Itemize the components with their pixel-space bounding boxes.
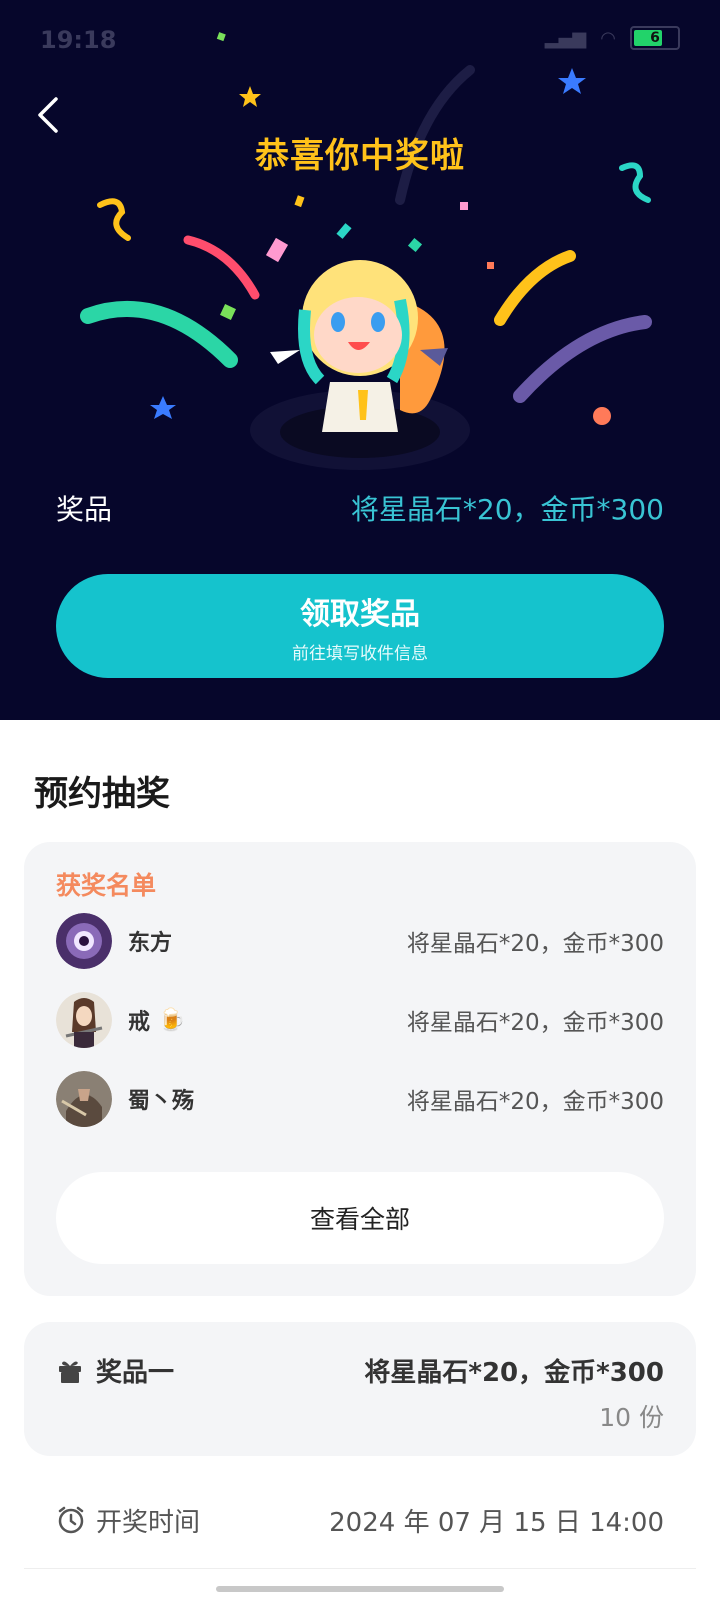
gift-icon: [59, 1361, 81, 1383]
beer-emoji: 🍺: [158, 1007, 186, 1033]
draw-time-row: 开奖时间 2024 年 07 月 15 日 14:00: [56, 1500, 664, 1540]
winner-row[interactable]: 戒 🍺 将星晶石*20，金币*300: [56, 991, 664, 1049]
section-title: 预约抽奖: [34, 774, 170, 814]
prize-item-card: 奖品一 将星晶石*20，金币*300 10 份: [24, 1322, 696, 1456]
winner-name: 蜀丶殇: [128, 1089, 195, 1114]
winners-card: 获奖名单 东方 将星晶石*20，金币*300 戒 🍺 将星晶石*20，金币*30…: [24, 842, 696, 1296]
winner-prize: 将星晶石*20，金币*300: [406, 1089, 664, 1115]
wifi-icon: ◠: [600, 27, 616, 49]
winner-row[interactable]: 东方 将星晶石*20，金币*300: [56, 912, 664, 970]
prize-label: 奖品: [56, 493, 113, 526]
hero-section: 19:18 ▂▄▆ ◠ 6 恭喜你中奖啦 奖品 将星晶石*20，金币*300 领…: [0, 0, 720, 720]
draw-time-label-group: 开奖时间: [56, 1502, 200, 1539]
battery-level: 6: [650, 30, 660, 46]
status-bar: 19:18 ▂▄▆ ◠ 6: [0, 20, 720, 60]
signal-icon: ▂▄▆: [544, 27, 587, 49]
status-time: 19:18: [40, 26, 117, 54]
prize-item-quantity: 10 份: [599, 1403, 664, 1432]
avatar: [56, 913, 112, 969]
avatar: [56, 1071, 112, 1127]
winner-name: 东方: [128, 931, 173, 956]
prize-item-title: 奖品一: [56, 1352, 174, 1389]
draw-time-label: 开奖时间: [96, 1507, 201, 1538]
prize-row: 奖品 将星晶石*20，金币*300: [56, 488, 664, 528]
prize-item-value: 将星晶石*20，金币*300: [364, 1358, 664, 1388]
winners-header: 获奖名单: [56, 871, 157, 900]
divider: [24, 1568, 696, 1569]
home-indicator[interactable]: [216, 1586, 504, 1592]
winner-prize: 将星晶石*20，金币*300: [406, 931, 664, 957]
claim-prize-button[interactable]: 领取奖品 前往填写收件信息: [56, 574, 664, 678]
status-icons: ▂▄▆ ◠ 6: [545, 26, 680, 50]
winner-prize: 将星晶石*20，金币*300: [406, 1010, 664, 1036]
prize-value: 将星晶石*20，金币*300: [350, 493, 664, 526]
winner-name: 戒 🍺: [128, 1007, 186, 1036]
claim-button-sublabel: 前往填写收件信息: [292, 643, 428, 664]
view-all-button[interactable]: 查看全部: [56, 1172, 664, 1264]
battery-icon: 6: [630, 26, 680, 50]
prize-item-name: 奖品一: [96, 1358, 175, 1388]
claim-button-label: 领取奖品: [300, 596, 420, 632]
avatar: [56, 992, 112, 1048]
winner-row[interactable]: 蜀丶殇 将星晶石*20，金币*300: [56, 1070, 664, 1128]
draw-time-value: 2024 年 07 月 15 日 14:00: [329, 1507, 664, 1538]
hero-title: 恭喜你中奖啦: [255, 136, 465, 176]
alarm-clock-icon: [58, 1506, 84, 1534]
